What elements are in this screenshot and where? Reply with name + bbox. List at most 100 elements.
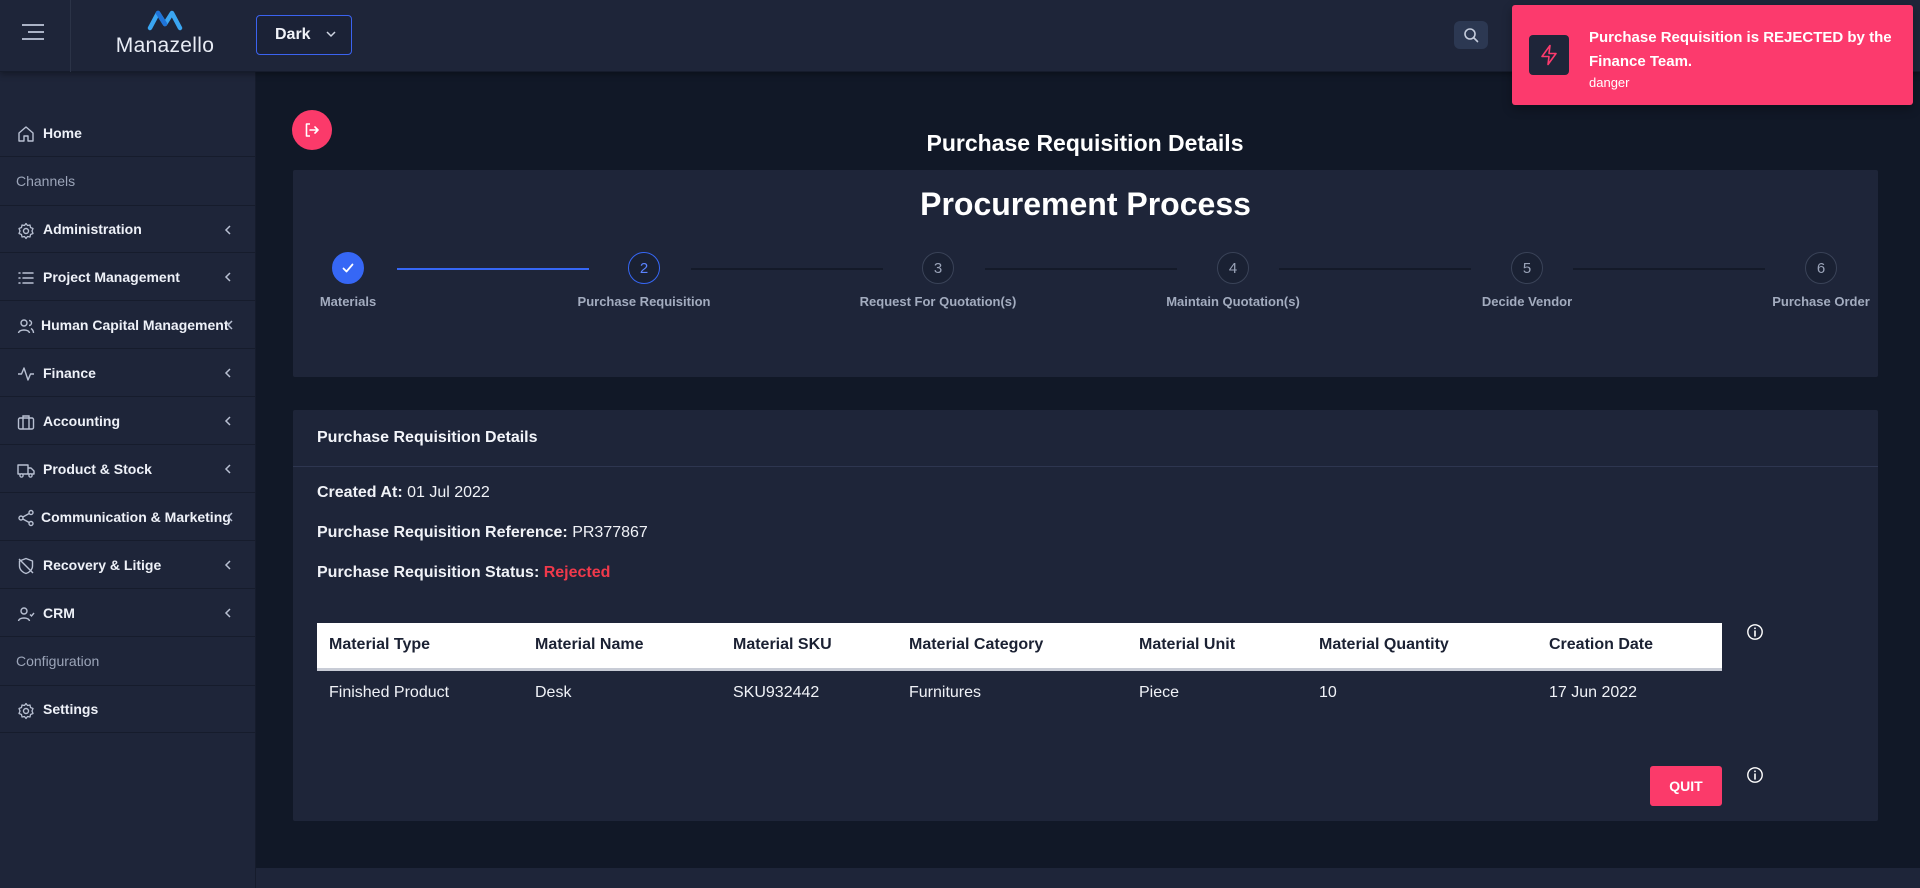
theme-select[interactable]: Dark bbox=[256, 15, 352, 55]
sidebar-item-label: Administration bbox=[43, 221, 142, 237]
chevron-left-icon bbox=[224, 272, 231, 282]
sidebar-item-home[interactable]: Home bbox=[0, 109, 256, 157]
table-row: Finished Product Desk SKU932442 Furnitur… bbox=[317, 669, 1722, 715]
logo-mark-icon bbox=[147, 10, 183, 31]
share-icon bbox=[18, 509, 34, 527]
step-materials[interactable]: Materials bbox=[248, 252, 448, 309]
toast-message: Purchase Requisition is REJECTED by the … bbox=[1589, 29, 1892, 70]
step-request-for-quotation[interactable]: 3 Request For Quotation(s) bbox=[838, 252, 1038, 309]
chevron-left-icon bbox=[224, 225, 231, 235]
bottom-scroll-area bbox=[256, 868, 1920, 888]
table-cell: Furnitures bbox=[909, 683, 982, 701]
settings-icon bbox=[18, 702, 34, 720]
sidebar-item-product-stock[interactable]: Product & Stock bbox=[0, 445, 256, 493]
sidebar-item-label: Home bbox=[43, 124, 82, 141]
step-label: Decide Vendor bbox=[1481, 294, 1573, 309]
step-circle: 3 bbox=[922, 252, 954, 284]
info-icon[interactable] bbox=[1746, 766, 1764, 784]
step-purchase-order[interactable]: 6 Purchase Order bbox=[1721, 252, 1920, 309]
sidebar-item-accounting[interactable]: Accounting bbox=[0, 397, 256, 445]
step-circle: 2 bbox=[628, 252, 660, 284]
column-header: Material Category bbox=[897, 623, 1127, 671]
status-label: Purchase Requisition Status: bbox=[317, 564, 540, 581]
check-icon bbox=[342, 263, 354, 273]
sidebar-item-label: Communication & Marketing bbox=[41, 508, 231, 525]
sidebar-item-project-management[interactable]: Project Management bbox=[0, 253, 256, 301]
sidebar-section-configuration: Configuration bbox=[16, 653, 100, 669]
table-cell: Desk bbox=[535, 683, 572, 701]
briefcase-icon bbox=[17, 415, 35, 430]
quit-button[interactable]: QUIT bbox=[1650, 766, 1722, 806]
column-header: Material Unit bbox=[1127, 623, 1307, 671]
step-circle bbox=[332, 252, 364, 284]
zap-icon bbox=[1541, 44, 1557, 66]
step-purchase-requisition[interactable]: 2 Purchase Requisition bbox=[544, 252, 744, 309]
sidebar-item-label: Accounting bbox=[43, 412, 120, 429]
sidebar-item-label: Human Capital Management bbox=[41, 316, 229, 333]
sidebar-item-label: CRM bbox=[43, 604, 75, 621]
sidebar-item-label: Settings bbox=[43, 701, 99, 717]
step-label: Purchase Order bbox=[1772, 294, 1870, 309]
column-header: Material Type bbox=[317, 623, 523, 671]
step-decide-vendor[interactable]: 5 Decide Vendor bbox=[1427, 252, 1627, 309]
sidebar-item-administration[interactable]: Administration bbox=[0, 205, 256, 253]
chevron-left-icon bbox=[226, 512, 233, 522]
table-cell: 17 Jun 2022 bbox=[1549, 683, 1638, 701]
status-line: Purchase Requisition Status: Rejected bbox=[317, 564, 610, 582]
chevron-left-icon bbox=[224, 464, 231, 474]
app-name: Manazello bbox=[115, 34, 215, 57]
app-logo[interactable]: Manazello bbox=[105, 8, 225, 64]
reference-value: PR377867 bbox=[572, 524, 648, 541]
page-title: Purchase Requisition Details bbox=[926, 130, 1244, 156]
chevron-left-icon bbox=[224, 416, 231, 426]
chevron-down-icon bbox=[326, 31, 336, 38]
column-header: Material SKU bbox=[721, 623, 897, 671]
column-header: Material Quantity bbox=[1307, 623, 1537, 671]
details-card-header: Purchase Requisition Details bbox=[293, 410, 1878, 467]
sidebar-item-settings[interactable]: Settings bbox=[0, 685, 256, 733]
sidebar: Home Channels Administration Project Man… bbox=[0, 72, 256, 888]
toast-notification[interactable]: Purchase Requisition is REJECTED by the … bbox=[1512, 5, 1913, 105]
process-title: Procurement Process bbox=[920, 186, 1251, 222]
column-header: Creation Date bbox=[1537, 623, 1722, 671]
step-label: Request For Quotation(s) bbox=[859, 294, 1017, 309]
status-badge: Rejected bbox=[543, 564, 611, 581]
toast-type: danger bbox=[1589, 75, 1630, 90]
users-icon bbox=[17, 319, 35, 334]
header-divider bbox=[70, 0, 71, 72]
chevron-left-icon bbox=[224, 608, 231, 618]
sidebar-item-label: Finance bbox=[43, 364, 96, 381]
sidebar-item-communication-marketing[interactable]: Communication & Marketing bbox=[0, 493, 256, 541]
step-label: Maintain Quotation(s) bbox=[1166, 294, 1300, 309]
sidebar-item-finance[interactable]: Finance bbox=[0, 349, 256, 397]
table-cell: Finished Product bbox=[329, 683, 450, 701]
chevron-left-icon bbox=[224, 368, 231, 378]
info-icon[interactable] bbox=[1746, 623, 1764, 641]
table-cell: Piece bbox=[1139, 683, 1180, 701]
truck-icon bbox=[17, 464, 35, 478]
created-at-label: Created At: bbox=[317, 484, 403, 501]
table-cell: SKU932442 bbox=[733, 683, 820, 701]
chevron-left-icon bbox=[226, 320, 233, 330]
chevron-left-icon bbox=[224, 560, 231, 570]
step-circle: 5 bbox=[1511, 252, 1543, 284]
user-group-icon bbox=[17, 607, 35, 622]
search-button[interactable] bbox=[1454, 21, 1488, 49]
sidebar-item-recovery-litige[interactable]: Recovery & Litige bbox=[0, 541, 256, 589]
step-circle: 4 bbox=[1217, 252, 1249, 284]
sidebar-item-crm[interactable]: CRM bbox=[0, 589, 256, 637]
created-at-line: Created At: 01 Jul 2022 bbox=[317, 484, 490, 502]
list-icon bbox=[18, 272, 34, 284]
materials-table: Material Type Material Name Material SKU… bbox=[317, 623, 1722, 715]
shield-off-icon bbox=[18, 557, 34, 575]
menu-toggle-icon[interactable] bbox=[22, 24, 46, 46]
table-cell: 10 bbox=[1319, 683, 1337, 701]
sidebar-item-human-capital-management[interactable]: Human Capital Management bbox=[0, 301, 256, 349]
theme-select-value: Dark bbox=[275, 26, 311, 43]
sidebar-item-label: Product & Stock bbox=[43, 460, 152, 477]
step-circle: 6 bbox=[1805, 252, 1837, 284]
step-maintain-quotation[interactable]: 4 Maintain Quotation(s) bbox=[1133, 252, 1333, 309]
step-label: Purchase Requisition bbox=[577, 294, 711, 309]
sidebar-section-channels: Channels bbox=[16, 173, 76, 189]
sidebar-item-label: Recovery & Litige bbox=[43, 556, 162, 573]
